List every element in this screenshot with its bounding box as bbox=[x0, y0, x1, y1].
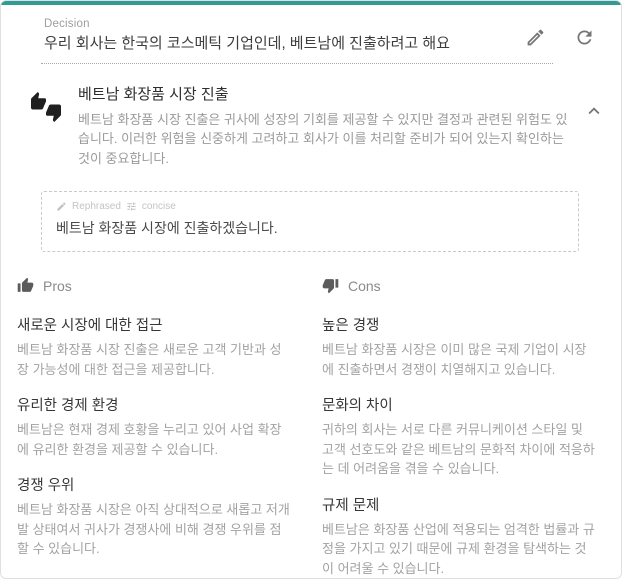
pro-item: 유리한 경제 환경 베트남은 현재 경제 호황을 누리고 있어 사업 확장에 유… bbox=[17, 394, 292, 459]
pros-header: Pros bbox=[17, 277, 292, 294]
edit-button[interactable] bbox=[525, 27, 546, 48]
regenerate-button[interactable] bbox=[574, 27, 595, 48]
pro-item-title: 경쟁 우위 bbox=[17, 478, 75, 494]
thumb-down-icon bbox=[322, 277, 339, 294]
decision-card: Decision 우리 회사는 한국의 코스메틱 기업인데, 베트남에 진출하려… bbox=[0, 0, 622, 579]
pro-item-title: 유리한 경제 환경 bbox=[17, 398, 119, 414]
collapse-button[interactable] bbox=[583, 100, 605, 122]
decision-header: Decision 우리 회사는 한국의 코스메틱 기업인데, 베트남에 진출하려… bbox=[1, 5, 621, 54]
pro-item-description: 베트남 화장품 시장 진출은 새로운 고객 기반과 성장 가능성에 대한 접근을… bbox=[17, 342, 282, 377]
pro-item-description: 베트남 화장품 시장은 아직 상대적으로 새롭고 저개발 상태여서 귀사가 경쟁… bbox=[17, 502, 290, 556]
rephrased-label-row: Rephrased concise bbox=[56, 201, 564, 212]
pro-item-title: 새로운 시장에 대한 접근 bbox=[17, 318, 163, 334]
pros-column: Pros 새로운 시장에 대한 접근 베트남 화장품 시장 진출은 새로운 고객… bbox=[17, 277, 292, 578]
con-item-description: 베트남은 화장품 산업에 적용되는 엄격한 법률과 규정을 가지고 있기 때문에… bbox=[322, 521, 595, 576]
chevron-up-icon bbox=[588, 106, 600, 114]
pro-item: 경쟁 우위 베트남 화장품 시장은 아직 상대적으로 새롭고 저개발 상태여서 … bbox=[17, 474, 292, 559]
rephrased-box: Rephrased concise 베트남 화장품 시장에 진출하겠습니다. bbox=[41, 191, 579, 252]
cons-header: Cons bbox=[322, 277, 597, 294]
pencil-icon bbox=[527, 29, 544, 46]
decision-label: Decision bbox=[44, 18, 90, 30]
thumb-up-icon bbox=[17, 277, 34, 294]
con-item-title: 문화의 차이 bbox=[322, 398, 393, 414]
con-item-description: 베트남 화장품 시장은 이미 많은 국제 기업이 시장에 진출하면서 경쟁이 치… bbox=[322, 342, 587, 377]
refresh-icon bbox=[577, 30, 592, 45]
con-item: 높은 경쟁 베트남 화장품 시장은 이미 많은 국제 기업이 시장에 진출하면서… bbox=[322, 314, 597, 379]
decision-input[interactable]: 우리 회사는 한국의 코스메틱 기업인데, 베트남에 진출하려고 해요 bbox=[44, 34, 525, 54]
pro-item: 새로운 시장에 대한 접근 베트남 화장품 시장 진출은 새로운 고객 기반과 … bbox=[17, 314, 292, 379]
style-icon bbox=[127, 202, 136, 211]
summary-title: 베트남 화장품 시장 진출 bbox=[78, 85, 229, 103]
cons-header-label: Cons bbox=[348, 277, 381, 294]
rephrased-text: 베트남 화장품 시장에 진출하겠습니다. bbox=[56, 220, 278, 236]
cons-column: Cons 높은 경쟁 베트남 화장품 시장은 이미 많은 국제 기업이 시장에 … bbox=[322, 277, 597, 579]
thumbs-up-down-icon bbox=[31, 91, 61, 122]
edit-small-icon bbox=[57, 202, 66, 211]
pros-header-label: Pros bbox=[43, 277, 72, 294]
pro-item-description: 베트남은 현재 경제 호황을 누리고 있어 사업 확장에 유리한 환경을 제공할… bbox=[17, 422, 282, 457]
con-item: 문화의 차이 귀하의 회사는 서로 다른 커뮤니케이션 스타일 및 고객 선호도… bbox=[322, 394, 597, 479]
con-item-title: 높은 경쟁 bbox=[322, 318, 380, 334]
summary-description: 베트남 화장품 시장 진출은 귀사에 성장의 기회를 제공할 수 있지만 결정과… bbox=[78, 111, 568, 166]
pros-cons-section: Pros 새로운 시장에 대한 접근 베트남 화장품 시장 진출은 새로운 고객… bbox=[1, 252, 621, 579]
concise-label: concise bbox=[141, 200, 176, 212]
con-item-title: 규제 문제 bbox=[322, 497, 380, 514]
summary-section: 베트남 화장품 시장 진출 베트남 화장품 시장 진출은 귀사에 성장의 기회를… bbox=[1, 64, 621, 169]
con-item: 규제 문제 베트남은 화장품 산업에 적용되는 엄격한 법률과 규정을 가지고 … bbox=[322, 494, 597, 579]
con-item-description: 귀하의 회사는 서로 다른 커뮤니케이션 스타일 및 고객 선호도와 같은 베트… bbox=[322, 422, 595, 476]
rephrased-label: Rephrased bbox=[72, 200, 121, 212]
